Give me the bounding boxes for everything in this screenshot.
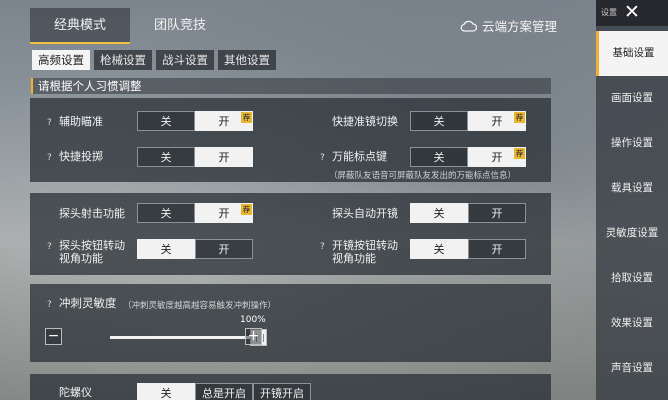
panel-gyroscope: 陀螺仪 关 总是开启 开镜开启 [30, 374, 551, 400]
recommend-badge: 荐 [241, 204, 252, 215]
quick-scope-switch-off[interactable]: 关 [410, 111, 468, 131]
sub-tabs: 高频设置 枪械设置 战斗设置 其他设置 [32, 50, 276, 70]
aim-assist-on-label: 开 [218, 115, 230, 128]
sidebar-item-effects[interactable]: 效果设置 [596, 301, 668, 346]
gyroscope-label: 陀螺仪 [59, 386, 92, 399]
mode-tabs: 经典模式 团队竞技 [30, 8, 230, 44]
universal-marker-on[interactable]: 开荐 [468, 147, 526, 167]
gyroscope-off[interactable]: 关 [137, 383, 195, 400]
cloud-plan-label: 云端方案管理 [482, 19, 558, 34]
help-icon[interactable]: ? [47, 118, 52, 128]
quick-scope-switch-on[interactable]: 开荐 [468, 111, 526, 131]
sidebar-item-sensitivity[interactable]: 灵敏度设置 [596, 211, 668, 256]
tab-team-deathmatch[interactable]: 团队竞技 [130, 8, 230, 44]
sidebar-header: 设置 ✕ [596, 0, 668, 26]
peek-auto-scope-off[interactable]: 关 [410, 203, 468, 223]
peek-button-turn-label-1: 探头按钮转动 [59, 239, 125, 252]
panel-peek-settings: 探头射击功能 关 开荐 探头自动开镜 关 开 ? 探头按钮转动 视角功能 关 开… [30, 193, 551, 275]
sidebar-item-basic[interactable]: 基础设置 [596, 31, 668, 76]
aim-assist-on[interactable]: 开荐 [195, 111, 253, 131]
peek-fire-on[interactable]: 开荐 [195, 203, 253, 223]
aim-assist-off[interactable]: 关 [137, 111, 195, 131]
sidebar-item-graphics[interactable]: 画面设置 [596, 76, 668, 121]
peek-fire-toggle: 关 开荐 [137, 203, 253, 223]
peek-auto-scope-on[interactable]: 开 [468, 203, 526, 223]
universal-marker-toggle: 关 开荐 [410, 147, 526, 167]
close-icon[interactable]: ✕ [624, 1, 640, 23]
recommend-badge: 荐 [241, 112, 252, 123]
quick-throw-toggle: 关 开 [137, 147, 253, 167]
sidebar-item-controls[interactable]: 操作设置 [596, 121, 668, 166]
help-icon[interactable]: ? [320, 153, 325, 163]
tab-other-settings[interactable]: 其他设置 [218, 50, 276, 70]
sprint-sensitivity-slider[interactable] [110, 336, 260, 339]
sprint-sensitivity-note: （冲刺灵敏度越高越容易触发冲刺操作） [123, 301, 277, 311]
panel-sprint-sensitivity: ? 冲刺灵敏度 （冲刺灵敏度越高越容易触发冲刺操作） 100% − + [30, 284, 551, 362]
settings-sidebar: 设置 ✕ 基础设置 画面设置 操作设置 载具设置 灵敏度设置 拾取设置 效果设置… [596, 0, 668, 400]
peek-fire-on-label: 开 [218, 207, 230, 220]
recommend-badge: 荐 [514, 112, 525, 123]
gyroscope-scope-on[interactable]: 开镜开启 [253, 383, 311, 400]
panel-aim-settings: ? 辅助瞄准 关 开荐 快捷准镜切换 关 开荐 ? 快捷投掷 关 开 ? 万能标… [30, 98, 551, 182]
peek-fire-off[interactable]: 关 [137, 203, 195, 223]
sidebar-title: 设置 [601, 8, 617, 17]
quick-throw-on[interactable]: 开 [195, 147, 253, 167]
cloud-icon [460, 20, 477, 32]
quick-scope-switch-toggle: 关 开荐 [410, 111, 526, 131]
peek-button-turn-label-2: 视角功能 [59, 252, 103, 265]
aim-assist-label: 辅助瞄准 [59, 115, 103, 128]
sprint-sensitivity-value: 100% [240, 315, 266, 325]
tab-high-frequency[interactable]: 高频设置 [32, 50, 90, 70]
sidebar-item-sound[interactable]: 声音设置 [596, 346, 668, 391]
universal-marker-off[interactable]: 关 [410, 147, 468, 167]
scope-button-turn-on[interactable]: 开 [468, 239, 526, 259]
scope-button-turn-label-2: 视角功能 [332, 252, 376, 265]
help-icon[interactable]: ? [320, 242, 325, 252]
peek-fire-label: 探头射击功能 [59, 207, 125, 220]
scope-button-turn-off[interactable]: 关 [410, 239, 468, 259]
tab-weapon-settings[interactable]: 枪械设置 [94, 50, 152, 70]
scope-button-turn-toggle: 关 开 [410, 239, 526, 259]
increase-button[interactable]: + [245, 328, 262, 345]
peek-button-turn-toggle: 关 开 [137, 239, 253, 259]
help-icon[interactable]: ? [47, 300, 52, 310]
tab-classic-mode[interactable]: 经典模式 [30, 8, 130, 44]
tab-combat-settings[interactable]: 战斗设置 [156, 50, 214, 70]
quick-scope-switch-label: 快捷准镜切换 [332, 115, 398, 128]
sprint-sensitivity-label: 冲刺灵敏度 [59, 296, 117, 310]
sidebar-item-vehicle[interactable]: 载具设置 [596, 166, 668, 211]
recommend-badge: 荐 [514, 148, 525, 159]
universal-marker-label: 万能标点键 [332, 150, 387, 163]
peek-button-turn-on[interactable]: 开 [195, 239, 253, 259]
quick-throw-label: 快捷投掷 [59, 150, 103, 163]
section-title: 请根据个人习惯调整 [31, 78, 551, 94]
quick-scope-switch-on-label: 开 [491, 115, 503, 128]
peek-button-turn-off[interactable]: 关 [137, 239, 195, 259]
gyroscope-always-on[interactable]: 总是开启 [195, 383, 253, 400]
aim-assist-toggle: 关 开荐 [137, 111, 253, 131]
scope-button-turn-label-1: 开镜按钮转动 [332, 239, 398, 252]
help-icon[interactable]: ? [47, 153, 52, 163]
cloud-plan-button[interactable]: 云端方案管理 [460, 16, 557, 35]
quick-throw-off[interactable]: 关 [137, 147, 195, 167]
universal-marker-on-label: 开 [491, 151, 503, 164]
peek-auto-scope-label: 探头自动开镜 [332, 207, 398, 220]
universal-marker-note: （屏蔽队友语音可屏蔽队友发出的万能标点信息） [329, 171, 517, 181]
sidebar-item-pickup[interactable]: 拾取设置 [596, 256, 668, 301]
help-icon[interactable]: ? [47, 242, 52, 252]
peek-auto-scope-toggle: 关 开 [410, 203, 526, 223]
gyroscope-selector: 关 总是开启 开镜开启 [137, 383, 311, 400]
decrease-button[interactable]: − [45, 328, 62, 345]
